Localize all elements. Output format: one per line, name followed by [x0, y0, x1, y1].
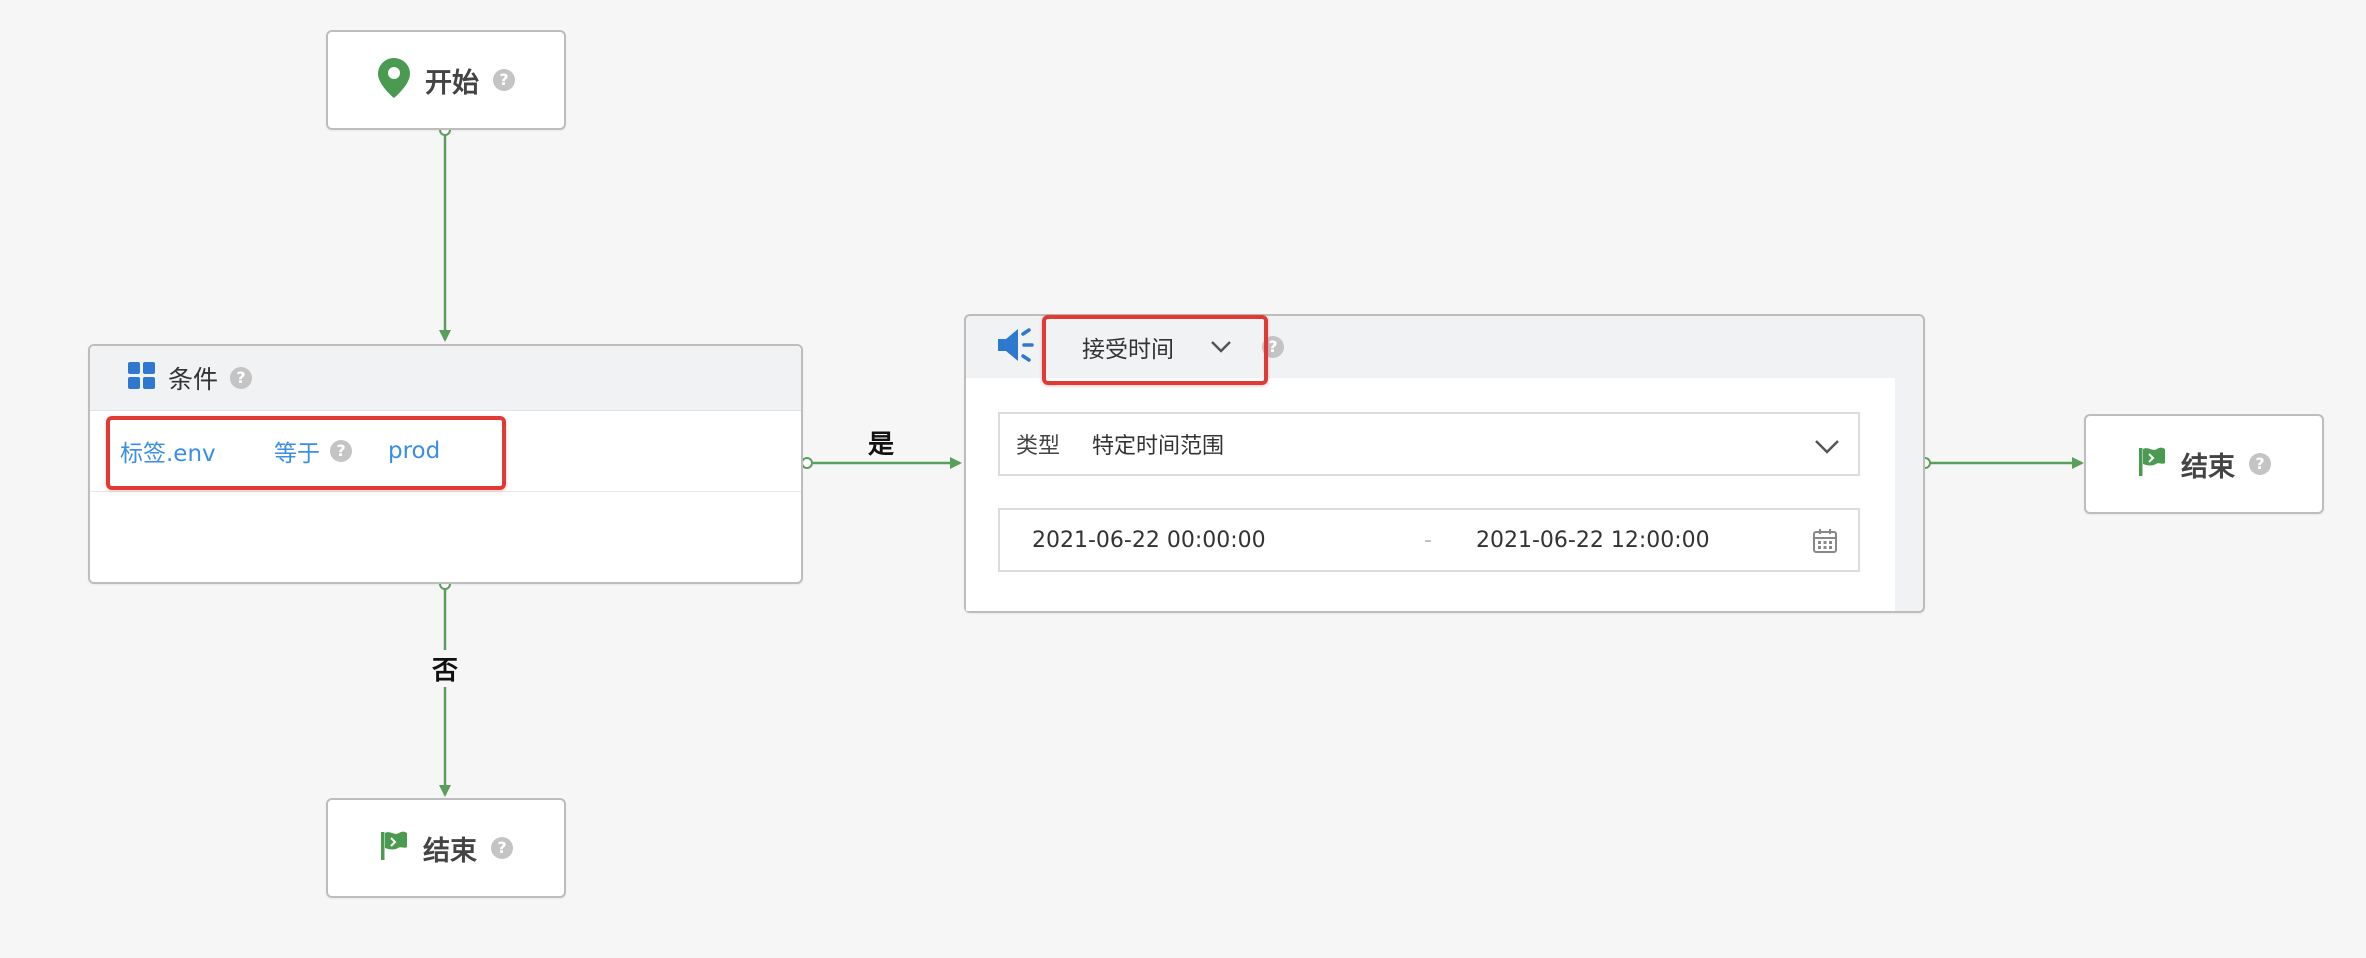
condition-node-title: 条件 — [168, 365, 219, 394]
end-node-label: 结束 — [2181, 451, 2235, 483]
chevron-down-icon — [1814, 436, 1840, 461]
type-select[interactable]: 类型 特定时间范围 — [998, 412, 1860, 476]
type-select-value: 特定时间范围 — [1092, 434, 1225, 459]
type-select-label: 类型 — [1016, 434, 1061, 459]
action-node-body: 类型 特定时间范围 2021-06-22 00:00:00 - 2021-06-… — [966, 378, 1895, 611]
date-range-separator: - — [1424, 527, 1432, 553]
flag-icon — [379, 830, 409, 866]
highlight-box-condition-rule — [106, 416, 506, 490]
help-icon[interactable]: ? — [2249, 453, 2271, 475]
highlight-box-action-type — [1042, 315, 1268, 385]
start-node[interactable]: 开始 ? — [326, 30, 566, 130]
help-icon[interactable]: ? — [491, 837, 513, 859]
date-range-end[interactable]: 2021-06-22 12:00:00 — [1476, 528, 1710, 553]
location-pin-icon — [377, 57, 411, 103]
edge-label-yes: 是 — [868, 424, 895, 461]
date-range-picker[interactable]: 2021-06-22 00:00:00 - 2021-06-22 12:00:0… — [998, 508, 1860, 572]
end-node-bottom[interactable]: 结束 ? — [326, 798, 566, 898]
grid-icon — [128, 362, 156, 394]
end-node-label: 结束 — [423, 835, 477, 867]
date-range-start[interactable]: 2021-06-22 00:00:00 — [1032, 528, 1266, 553]
megaphone-icon — [996, 326, 1036, 368]
help-icon[interactable]: ? — [493, 69, 515, 91]
end-node-right[interactable]: 结束 ? — [2084, 414, 2324, 514]
condition-node-header: 条件 ? — [90, 346, 801, 411]
flag-icon — [2137, 446, 2167, 482]
calendar-icon[interactable] — [1812, 528, 1838, 560]
edge-label-no: 否 — [432, 650, 459, 687]
help-icon[interactable]: ? — [230, 367, 253, 389]
start-node-label: 开始 — [425, 67, 479, 99]
